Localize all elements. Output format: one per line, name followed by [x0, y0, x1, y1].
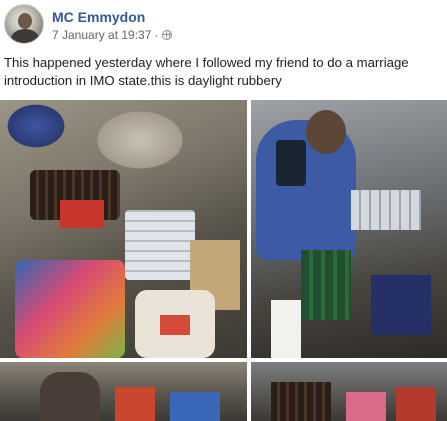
photo-4-red-box: [396, 387, 436, 421]
photo-4[interactable]: [251, 362, 447, 421]
author-name[interactable]: MC Emmydon: [52, 9, 145, 25]
post-header: MC Emmydon 7 January at 19:37 ·: [4, 4, 444, 44]
photo-3-box: [115, 387, 155, 421]
photo-2-cans: [351, 190, 421, 230]
photo-3[interactable]: [0, 362, 247, 421]
facebook-post: MC Emmydon 7 January at 19:37 · This hap…: [0, 0, 447, 421]
avatar-shoulders: [11, 29, 39, 43]
photo-1-cans: [125, 210, 195, 280]
photo-2[interactable]: [251, 100, 447, 358]
photo-2-person-head: [306, 110, 346, 154]
photo-grid: [0, 100, 447, 421]
photo-1-fabric: [15, 260, 125, 358]
photo-3-blue-item: [170, 392, 220, 421]
photo-2-crate: [301, 250, 351, 320]
avatar[interactable]: [4, 4, 44, 44]
photo-2-bag: [271, 300, 301, 358]
post-timestamp[interactable]: 7 January at 19:37: [52, 28, 151, 42]
photo-4-bottles: [271, 382, 331, 421]
photo-2-phone: [276, 140, 306, 186]
post-text: This happened yesterday where I followed…: [4, 55, 409, 88]
photo-1[interactable]: [0, 100, 247, 358]
post-meta: 7 January at 19:37 ·: [52, 28, 173, 42]
photo-1-red-sack: [160, 315, 190, 335]
photo-1-red-box: [60, 200, 104, 228]
photo-2-gift-box: [371, 275, 431, 335]
meta-separator: ·: [154, 28, 159, 42]
avatar-face: [18, 13, 32, 29]
photo-3-person: [40, 372, 100, 421]
globe-icon[interactable]: [162, 30, 173, 40]
photo-4-pink-box: [346, 392, 386, 421]
